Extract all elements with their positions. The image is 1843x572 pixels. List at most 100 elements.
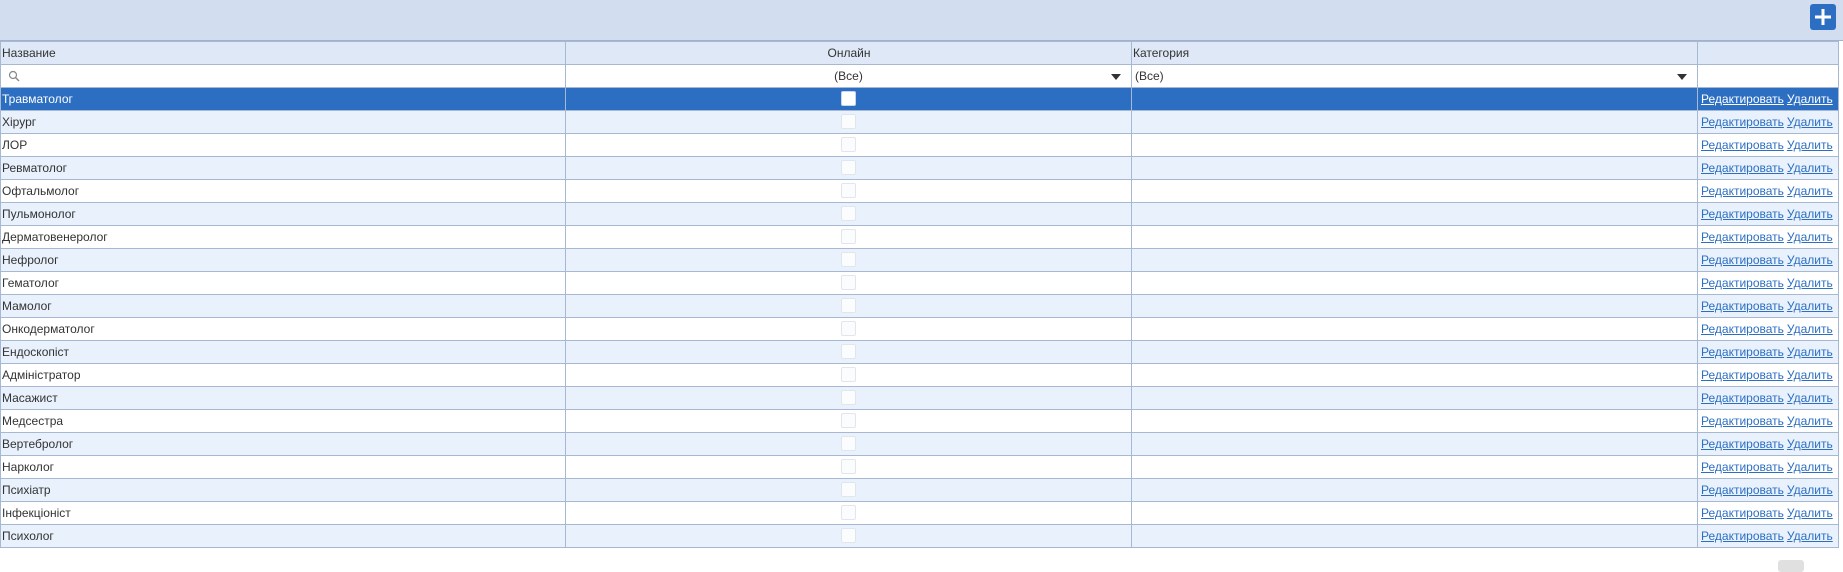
online-checkbox[interactable] bbox=[841, 505, 856, 521]
edit-link[interactable]: Редактировать bbox=[1701, 115, 1784, 129]
edit-link[interactable]: Редактировать bbox=[1701, 230, 1784, 244]
table-row[interactable]: Нефролог Редактировать Удалить bbox=[0, 248, 1839, 272]
delete-link[interactable]: Удалить bbox=[1787, 276, 1833, 290]
online-checkbox[interactable] bbox=[841, 344, 856, 360]
edit-link[interactable]: Редактировать bbox=[1701, 529, 1784, 543]
row-actions: Редактировать Удалить bbox=[1697, 133, 1839, 157]
table-row[interactable]: Онкодерматолог Редактировать Удалить bbox=[0, 317, 1839, 341]
edit-link[interactable]: Редактировать bbox=[1701, 92, 1784, 106]
delete-link[interactable]: Удалить bbox=[1787, 115, 1833, 129]
column-header-online[interactable]: Онлайн bbox=[565, 41, 1132, 65]
category-filter-cell[interactable]: (Все) bbox=[1131, 64, 1698, 88]
online-checkbox[interactable] bbox=[841, 321, 856, 337]
row-online-cell bbox=[565, 225, 1132, 249]
edit-link[interactable]: Редактировать bbox=[1701, 437, 1784, 451]
online-checkbox[interactable] bbox=[841, 229, 856, 245]
edit-link[interactable]: Редактировать bbox=[1701, 207, 1784, 221]
horizontal-scrollbar[interactable] bbox=[1778, 560, 1804, 572]
online-checkbox[interactable] bbox=[841, 482, 856, 498]
row-online-cell bbox=[565, 386, 1132, 410]
row-name: Онкодерматолог bbox=[0, 317, 566, 341]
table-row[interactable]: Масажист Редактировать Удалить bbox=[0, 386, 1839, 410]
online-checkbox[interactable] bbox=[841, 459, 856, 475]
delete-link[interactable]: Удалить bbox=[1787, 345, 1833, 359]
table-row[interactable]: ЛОР Редактировать Удалить bbox=[0, 133, 1839, 157]
category-filter-select[interactable]: (Все) bbox=[1133, 66, 1697, 87]
delete-link[interactable]: Удалить bbox=[1787, 437, 1833, 451]
table-row[interactable]: Офтальмолог Редактировать Удалить bbox=[0, 179, 1839, 203]
name-filter-cell[interactable] bbox=[0, 64, 566, 88]
table-row[interactable]: Гематолог Редактировать Удалить bbox=[0, 271, 1839, 295]
delete-link[interactable]: Удалить bbox=[1787, 184, 1833, 198]
table-row[interactable]: Психіатр Редактировать Удалить bbox=[0, 478, 1839, 502]
edit-link[interactable]: Редактировать bbox=[1701, 276, 1784, 290]
add-button[interactable] bbox=[1810, 4, 1836, 30]
online-checkbox[interactable] bbox=[841, 160, 856, 176]
online-checkbox[interactable] bbox=[841, 298, 856, 314]
delete-link[interactable]: Удалить bbox=[1787, 322, 1833, 336]
table-row[interactable]: Дерматовенеролог Редактировать Удалить bbox=[0, 225, 1839, 249]
online-checkbox[interactable] bbox=[841, 528, 856, 544]
delete-link[interactable]: Удалить bbox=[1787, 483, 1833, 497]
table-row[interactable]: Пульмонолог Редактировать Удалить bbox=[0, 202, 1839, 226]
online-checkbox[interactable] bbox=[841, 367, 856, 383]
edit-link[interactable]: Редактировать bbox=[1701, 391, 1784, 405]
online-checkbox[interactable] bbox=[841, 436, 856, 452]
chevron-down-icon[interactable] bbox=[1677, 74, 1687, 80]
row-name: Офтальмолог bbox=[0, 179, 566, 203]
table-row[interactable]: Інфекціоніст Редактировать Удалить bbox=[0, 501, 1839, 525]
delete-link[interactable]: Удалить bbox=[1787, 368, 1833, 382]
edit-link[interactable]: Редактировать bbox=[1701, 322, 1784, 336]
edit-link[interactable]: Редактировать bbox=[1701, 253, 1784, 267]
edit-link[interactable]: Редактировать bbox=[1701, 184, 1784, 198]
delete-link[interactable]: Удалить bbox=[1787, 138, 1833, 152]
edit-link[interactable]: Редактировать bbox=[1701, 483, 1784, 497]
row-category bbox=[1131, 478, 1698, 502]
chevron-down-icon[interactable] bbox=[1111, 74, 1121, 80]
table-row[interactable]: Ревматолог Редактировать Удалить bbox=[0, 156, 1839, 180]
edit-link[interactable]: Редактировать bbox=[1701, 414, 1784, 428]
column-header-name[interactable]: Название bbox=[0, 41, 566, 65]
delete-link[interactable]: Удалить bbox=[1787, 253, 1833, 267]
table-row[interactable]: Психолог Редактировать Удалить bbox=[0, 524, 1839, 548]
delete-link[interactable]: Удалить bbox=[1787, 230, 1833, 244]
online-filter-cell[interactable]: (Все) bbox=[565, 64, 1132, 88]
delete-link[interactable]: Удалить bbox=[1787, 460, 1833, 474]
delete-link[interactable]: Удалить bbox=[1787, 506, 1833, 520]
table-row[interactable]: Адміністратор Редактировать Удалить bbox=[0, 363, 1839, 387]
delete-link[interactable]: Удалить bbox=[1787, 529, 1833, 543]
online-checkbox[interactable] bbox=[841, 390, 856, 406]
online-checkbox[interactable] bbox=[841, 206, 856, 222]
table-row[interactable]: Нарколог Редактировать Удалить bbox=[0, 455, 1839, 479]
delete-link[interactable]: Удалить bbox=[1787, 207, 1833, 221]
online-checkbox[interactable] bbox=[841, 275, 856, 291]
table-row[interactable]: Хірург Редактировать Удалить bbox=[0, 110, 1839, 134]
edit-link[interactable]: Редактировать bbox=[1701, 460, 1784, 474]
delete-link[interactable]: Удалить bbox=[1787, 299, 1833, 313]
edit-link[interactable]: Редактировать bbox=[1701, 506, 1784, 520]
online-checkbox[interactable] bbox=[841, 413, 856, 429]
delete-link[interactable]: Удалить bbox=[1787, 161, 1833, 175]
table-row[interactable]: Вертебролог Редактировать Удалить bbox=[0, 432, 1839, 456]
table-row[interactable]: Медсестра Редактировать Удалить bbox=[0, 409, 1839, 433]
edit-link[interactable]: Редактировать bbox=[1701, 299, 1784, 313]
online-filter-select[interactable]: (Все) bbox=[567, 66, 1131, 87]
category-filter-value: (Все) bbox=[1135, 69, 1164, 83]
table-row[interactable]: Мамолог Редактировать Удалить bbox=[0, 294, 1839, 318]
online-checkbox[interactable] bbox=[841, 114, 856, 130]
online-checkbox[interactable] bbox=[841, 252, 856, 268]
online-checkbox[interactable] bbox=[841, 183, 856, 199]
delete-link[interactable]: Удалить bbox=[1787, 391, 1833, 405]
online-checkbox[interactable] bbox=[841, 91, 856, 107]
edit-link[interactable]: Редактировать bbox=[1701, 345, 1784, 359]
online-checkbox[interactable] bbox=[841, 137, 856, 153]
edit-link[interactable]: Редактировать bbox=[1701, 368, 1784, 382]
delete-link[interactable]: Удалить bbox=[1787, 92, 1833, 106]
delete-link[interactable]: Удалить bbox=[1787, 414, 1833, 428]
edit-link[interactable]: Редактировать bbox=[1701, 138, 1784, 152]
table-row[interactable]: Ендоскопіст Редактировать Удалить bbox=[0, 340, 1839, 364]
edit-link[interactable]: Редактировать bbox=[1701, 161, 1784, 175]
row-category bbox=[1131, 317, 1698, 341]
table-row[interactable]: Травматолог Редактировать Удалить bbox=[0, 87, 1839, 111]
column-header-category[interactable]: Категория bbox=[1131, 41, 1698, 65]
